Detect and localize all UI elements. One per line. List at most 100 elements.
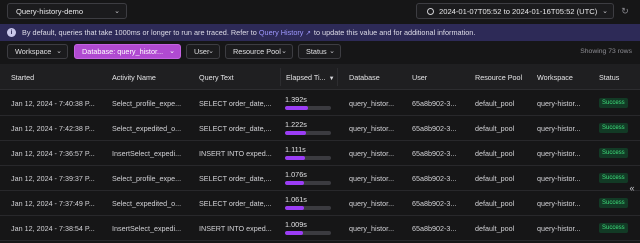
cell-elapsed-time: 1.392s bbox=[285, 95, 307, 104]
cell-resource-pool: default_pool bbox=[475, 124, 515, 133]
status-badge: Success bbox=[599, 173, 628, 183]
cell-activity-name: Select_profile_expe... bbox=[112, 99, 182, 108]
cell-workspace: query-histor... bbox=[537, 99, 581, 108]
resource-pool-filter-label: Resource Pool bbox=[233, 47, 281, 56]
info-icon: i bbox=[7, 28, 16, 37]
external-link-icon[interactable]: ↗ bbox=[305, 29, 310, 37]
elapsed-progress-bar bbox=[285, 131, 331, 135]
cell-elapsed-time: 1.009s bbox=[285, 220, 307, 229]
table-row[interactable]: Jan 12, 2024 - 7:39:37 P... Select_profil… bbox=[0, 166, 640, 191]
elapsed-progress-bar bbox=[285, 206, 331, 210]
status-badge: Success bbox=[599, 198, 628, 208]
cell-resource-pool: default_pool bbox=[475, 224, 515, 233]
cell-workspace: query-histor... bbox=[537, 199, 581, 208]
header-elapsed-time[interactable]: Elapsed Ti... ▼ bbox=[282, 73, 335, 82]
header-activity-name[interactable]: Activity Name bbox=[112, 73, 156, 82]
chevron-down-icon: ⌄ bbox=[281, 48, 287, 55]
filter-bar: Workspace ⌄ Database: query_histor... ⌄ … bbox=[0, 43, 640, 60]
chevron-down-icon: ⌄ bbox=[208, 48, 214, 55]
cell-activity-name: Select_profile_expe... bbox=[112, 174, 182, 183]
cell-started: Jan 12, 2024 - 7:42:38 P... bbox=[11, 124, 95, 133]
cell-activity-name: InsertSelect_expedi... bbox=[112, 224, 182, 233]
workspace-select[interactable]: Query-history-demo ⌄ bbox=[7, 3, 127, 19]
cell-user: 65a8b902-3... bbox=[412, 224, 457, 233]
cell-database: query_histor... bbox=[349, 124, 395, 133]
cell-resource-pool: default_pool bbox=[475, 199, 515, 208]
table-row[interactable]: Jan 12, 2024 - 7:42:38 P... Select_expedi… bbox=[0, 116, 640, 141]
table-header: Started Activity Name Query Text Elapsed… bbox=[0, 64, 640, 90]
collapse-panel-icon[interactable]: « bbox=[626, 183, 638, 197]
user-filter[interactable]: User ⌄ bbox=[186, 44, 220, 59]
cell-started: Jan 12, 2024 - 7:38:54 P... bbox=[11, 224, 95, 233]
cell-resource-pool: default_pool bbox=[475, 149, 515, 158]
date-range-picker[interactable]: 2024-01-07T05:52 to 2024-01-16T05:52 (UT… bbox=[416, 3, 614, 19]
user-filter-label: User bbox=[194, 47, 210, 56]
status-badge: Success bbox=[599, 123, 628, 133]
query-history-link[interactable]: Query History bbox=[259, 28, 304, 37]
workspace-filter[interactable]: Workspace ⌄ bbox=[7, 44, 68, 59]
workspace-select-label: Query-history-demo bbox=[16, 6, 84, 16]
cell-database: query_histor... bbox=[349, 224, 395, 233]
cell-activity-name: Select_expedited_o... bbox=[112, 124, 182, 133]
elapsed-progress-bar bbox=[285, 156, 331, 160]
cell-user: 65a8b902-3... bbox=[412, 174, 457, 183]
banner-text-after: to update this value and for additional … bbox=[313, 28, 476, 37]
table-row[interactable]: Jan 12, 2024 - 7:36:57 P... InsertSelect_… bbox=[0, 141, 640, 166]
chevron-down-icon: ⌄ bbox=[602, 8, 608, 15]
cell-user: 65a8b902-3... bbox=[412, 199, 457, 208]
cell-elapsed-time: 1.111s bbox=[285, 145, 306, 154]
cell-database: query_histor... bbox=[349, 99, 395, 108]
header-status[interactable]: Status bbox=[599, 73, 619, 82]
info-banner: i By default, queries that take 1000ms o… bbox=[0, 24, 640, 41]
cell-workspace: query-histor... bbox=[537, 224, 581, 233]
table-row[interactable]: Jan 12, 2024 - 7:40:38 P... Select_profil… bbox=[0, 91, 640, 116]
cell-elapsed-time: 1.061s bbox=[285, 195, 307, 204]
refresh-icon[interactable]: ↻ bbox=[619, 5, 631, 17]
cell-user: 65a8b902-3... bbox=[412, 124, 457, 133]
cell-started: Jan 12, 2024 - 7:36:57 P... bbox=[11, 149, 95, 158]
database-filter-label: Database: query_histor... bbox=[82, 47, 164, 56]
header-database[interactable]: Database bbox=[349, 73, 380, 82]
cell-workspace: query-histor... bbox=[537, 149, 581, 158]
status-filter[interactable]: Status ⌄ bbox=[298, 44, 341, 59]
header-user[interactable]: User bbox=[412, 73, 427, 82]
chevron-down-icon: ⌄ bbox=[56, 48, 62, 55]
cell-started: Jan 12, 2024 - 7:40:38 P... bbox=[11, 99, 95, 108]
elapsed-progress-bar bbox=[285, 106, 331, 110]
sort-descending-icon: ▼ bbox=[328, 76, 335, 82]
date-range-label: 2024-01-07T05:52 to 2024-01-16T05:52 (UT… bbox=[439, 6, 598, 16]
elapsed-progress-bar bbox=[285, 181, 331, 185]
cell-query-text: INSERT INTO exped... bbox=[199, 224, 272, 233]
cell-workspace: query-histor... bbox=[537, 124, 581, 133]
elapsed-progress-fill bbox=[285, 131, 307, 135]
cell-user: 65a8b902-3... bbox=[412, 99, 457, 108]
table-row[interactable]: Jan 12, 2024 - 7:37:49 P... Select_expedi… bbox=[0, 191, 640, 216]
cell-query-text: INSERT INTO exped... bbox=[199, 149, 272, 158]
cell-user: 65a8b902-3... bbox=[412, 149, 457, 158]
header-started[interactable]: Started bbox=[11, 73, 34, 82]
cell-activity-name: Select_expedited_o... bbox=[112, 199, 182, 208]
database-filter[interactable]: Database: query_histor... ⌄ bbox=[74, 44, 181, 59]
workspace-filter-label: Workspace bbox=[15, 47, 52, 56]
chevron-down-icon: ⌄ bbox=[329, 48, 335, 55]
status-filter-label: Status bbox=[306, 47, 327, 56]
cell-started: Jan 12, 2024 - 7:37:49 P... bbox=[11, 199, 95, 208]
banner-text-before: By default, queries that take 1000ms or … bbox=[22, 28, 257, 37]
cell-elapsed-time: 1.222s bbox=[285, 120, 307, 129]
elapsed-progress-bar bbox=[285, 231, 331, 235]
header-workspace[interactable]: Workspace bbox=[537, 73, 573, 82]
resource-pool-filter[interactable]: Resource Pool ⌄ bbox=[225, 44, 293, 59]
table-row[interactable]: Jan 12, 2024 - 7:38:54 P... InsertSelect_… bbox=[0, 216, 640, 241]
elapsed-progress-fill bbox=[285, 231, 304, 235]
cell-elapsed-time: 1.076s bbox=[285, 170, 307, 179]
cell-activity-name: InsertSelect_expedi... bbox=[112, 149, 182, 158]
cell-database: query_histor... bbox=[349, 174, 395, 183]
header-query-text[interactable]: Query Text bbox=[199, 73, 234, 82]
cell-workspace: query-histor... bbox=[537, 174, 581, 183]
cell-resource-pool: default_pool bbox=[475, 174, 515, 183]
cell-query-text: SELECT order_date,... bbox=[199, 124, 272, 133]
cell-query-text: SELECT order_date,... bbox=[199, 174, 272, 183]
cell-query-text: SELECT order_date,... bbox=[199, 199, 272, 208]
header-resource-pool[interactable]: Resource Pool bbox=[475, 73, 522, 82]
chevron-down-icon: ⌄ bbox=[169, 48, 175, 55]
